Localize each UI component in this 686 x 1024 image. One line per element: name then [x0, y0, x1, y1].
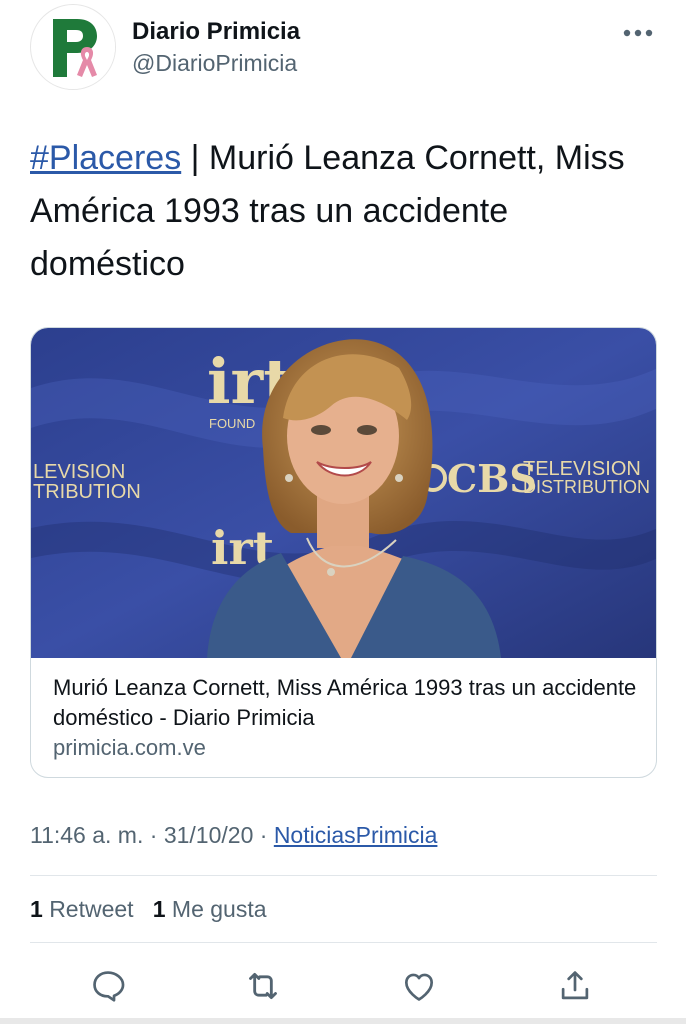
tweet-meta: 11:46 a. m. · 31/10/20 · NoticiasPrimici…	[30, 822, 437, 849]
tweet-source-link[interactable]: NoticiasPrimicia	[274, 822, 438, 848]
tweet-stats: 1 Retweet 1 Me gusta	[30, 896, 267, 923]
backdrop-found-text: FOUND	[209, 416, 255, 431]
likes-count: 1	[152, 896, 166, 922]
likes-label: Me gusta	[171, 896, 267, 922]
retweets-label: Retweet	[49, 896, 134, 922]
likes-stat[interactable]: 1 Me gusta	[153, 896, 267, 922]
retweet-button[interactable]	[238, 961, 288, 1011]
reply-icon	[93, 971, 125, 1002]
meta-separator: ·	[143, 822, 164, 848]
tweet-text: #Placeres | Murió Leanza Cornett, Miss A…	[30, 132, 660, 291]
meta-separator: ·	[253, 822, 274, 848]
bottom-border	[0, 1018, 686, 1024]
share-icon	[561, 971, 589, 1000]
retweets-stat[interactable]: 1 Retweet	[30, 896, 134, 922]
tweet-time[interactable]: 11:46 a. m.	[30, 822, 143, 848]
reply-button[interactable]	[83, 961, 133, 1011]
tweet-header: Diario Primicia @DiarioPrimicia	[0, 0, 686, 100]
retweets-count: 1	[30, 896, 43, 922]
backdrop-right-text-2: DISTRIBUTION	[523, 477, 650, 497]
author-name[interactable]: Diario Primicia	[132, 18, 300, 46]
tweet-actions	[0, 955, 686, 1015]
avatar-logo	[32, 6, 115, 89]
card-domain[interactable]: primicia.com.ve	[53, 735, 206, 761]
retweet-icon	[249, 972, 277, 1000]
link-preview-card[interactable]: irt FOUND LEVISION TRIBUTION CBS TELEVIS…	[30, 327, 657, 778]
share-button[interactable]	[550, 961, 600, 1011]
avatar[interactable]	[30, 4, 116, 90]
tweet-date[interactable]: 31/10/20	[164, 822, 254, 848]
heart-icon	[404, 973, 434, 1001]
divider	[30, 875, 657, 876]
card-title[interactable]: Murió Leanza Cornett, Miss América 1993 …	[53, 673, 643, 733]
backdrop-left-text-1: LEVISION	[33, 461, 125, 483]
more-options-button[interactable]	[618, 18, 658, 48]
backdrop-left-text-2: TRIBUTION	[33, 481, 141, 503]
like-button[interactable]	[394, 961, 444, 1011]
more-horizontal-icon	[623, 29, 653, 37]
author-handle[interactable]: @DiarioPrimicia	[132, 50, 297, 77]
card-image[interactable]: irt FOUND LEVISION TRIBUTION CBS TELEVIS…	[31, 328, 657, 658]
hashtag-link[interactable]: #Placeres	[30, 139, 181, 177]
divider	[30, 942, 657, 943]
